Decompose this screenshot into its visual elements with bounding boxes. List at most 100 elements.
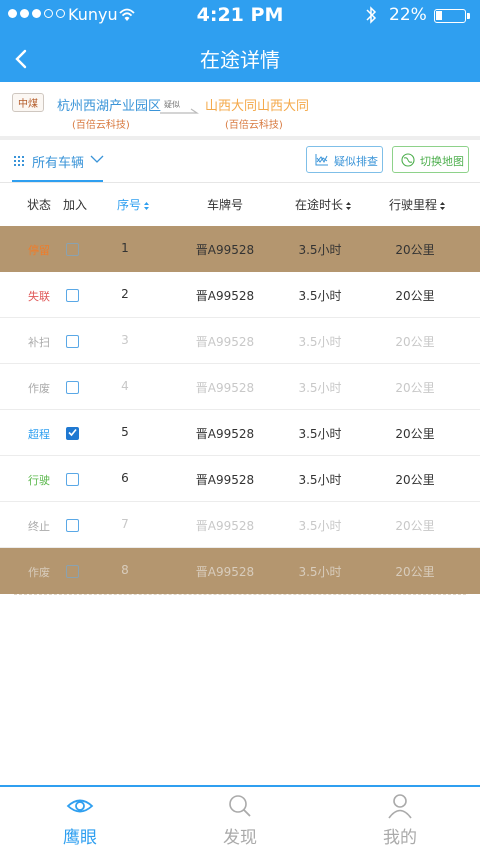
company-tag: 中煤 bbox=[12, 93, 44, 112]
row-duration: 3.5小时 bbox=[298, 289, 342, 303]
row-status: 行驶 bbox=[28, 474, 50, 487]
row-duration: 3.5小时 bbox=[298, 519, 342, 533]
bottom-tab-bar: 鹰眼 发现 我的 bbox=[0, 785, 480, 855]
row-mileage: 20公里 bbox=[395, 473, 435, 487]
row-mileage: 20公里 bbox=[395, 565, 435, 579]
row-duration: 3.5小时 bbox=[298, 473, 342, 487]
vehicle-filter-dropdown[interactable]: 所有车辆 bbox=[12, 140, 104, 182]
route-summary: 中煤 杭州西湖产业园区 (百倍云科技) 疑似 山西大同山西大同 (百倍云科技) bbox=[0, 82, 480, 136]
row-mileage: 20公里 bbox=[395, 243, 435, 257]
table-row[interactable]: 失联 2 晋A99528 3.5小时 20公里 bbox=[0, 272, 480, 318]
row-plate: 晋A99528 bbox=[195, 519, 255, 533]
table-row[interactable]: 超程 5 晋A99528 3.5小时 20公里 bbox=[0, 410, 480, 456]
table-row[interactable]: 停留 1 晋A99528 3.5小时 20公里 bbox=[0, 226, 480, 272]
switch-map-button[interactable]: 切换地图 bbox=[392, 146, 469, 173]
row-mileage: 20公里 bbox=[395, 519, 435, 533]
row-mileage: 20公里 bbox=[395, 381, 435, 395]
row-checkbox[interactable] bbox=[66, 243, 79, 256]
tab-mine[interactable]: 我的 bbox=[320, 787, 480, 855]
bluetooth-icon bbox=[366, 6, 377, 24]
row-plate: 晋A99528 bbox=[195, 289, 255, 303]
row-plate: 晋A99528 bbox=[195, 427, 255, 441]
header-duration-label: 在途时长 bbox=[294, 198, 343, 212]
sort-icon bbox=[440, 201, 445, 210]
suspect-check-label: 疑似排查 bbox=[334, 155, 378, 168]
sort-icon bbox=[144, 201, 149, 210]
table-row[interactable]: 行驶 6 晋A99528 3.5小时 20公里 bbox=[0, 456, 480, 502]
header-mileage[interactable]: 行驶里程 bbox=[382, 196, 452, 213]
row-seq: 3 bbox=[121, 333, 129, 347]
table-row[interactable]: 补扫 3 晋A99528 3.5小时 20公里 bbox=[0, 318, 480, 364]
header-seq-label: 序号 bbox=[116, 198, 141, 212]
row-checkbox[interactable] bbox=[66, 565, 79, 578]
chevron-down-icon bbox=[90, 155, 104, 163]
row-duration: 3.5小时 bbox=[298, 335, 342, 349]
battery-icon bbox=[434, 9, 470, 23]
row-status: 终止 bbox=[28, 520, 50, 533]
row-plate: 晋A99528 bbox=[195, 335, 255, 349]
row-status: 失联 bbox=[28, 290, 50, 303]
eye-icon bbox=[66, 799, 94, 813]
table-row[interactable]: 作废 8 晋A99528 3.5小时 20公里 bbox=[0, 548, 480, 594]
row-plate: 晋A99528 bbox=[195, 565, 255, 579]
check-icon bbox=[68, 428, 77, 437]
tab-discover[interactable]: 发现 bbox=[160, 787, 320, 855]
sort-icon bbox=[346, 201, 351, 210]
row-seq: 4 bbox=[121, 379, 129, 393]
row-checkbox-checked[interactable] bbox=[66, 427, 79, 440]
row-seq: 7 bbox=[121, 517, 129, 531]
row-plate: 晋A99528 bbox=[195, 243, 255, 257]
row-duration: 3.5小时 bbox=[298, 243, 342, 257]
chart-line-icon bbox=[315, 154, 328, 166]
header-join: 加入 bbox=[62, 198, 87, 212]
search-icon bbox=[229, 795, 251, 817]
row-seq: 2 bbox=[121, 287, 129, 301]
table-header: 状态 加入 序号 车牌号 在途时长 行驶里程 bbox=[0, 182, 480, 226]
table-row[interactable]: 终止 7 晋A99528 3.5小时 20公里 bbox=[0, 502, 480, 548]
row-checkbox[interactable] bbox=[66, 381, 79, 394]
user-icon bbox=[388, 794, 412, 819]
filter-label: 所有车辆 bbox=[32, 156, 85, 171]
route-arrow-icon bbox=[160, 108, 199, 114]
status-bar: Kunyu 4:21 PM 22% bbox=[0, 0, 480, 32]
row-seq: 5 bbox=[121, 425, 129, 439]
tab-eagle-eye[interactable]: 鹰眼 bbox=[0, 787, 160, 855]
row-mileage: 20公里 bbox=[395, 427, 435, 441]
list-end-divider bbox=[14, 594, 466, 596]
header-status: 状态 bbox=[26, 198, 51, 212]
row-duration: 3.5小时 bbox=[298, 427, 342, 441]
tab-eagle-eye-label: 鹰眼 bbox=[63, 828, 97, 848]
row-seq: 1 bbox=[121, 241, 129, 255]
route-origin-company: (百倍云科技) bbox=[72, 120, 130, 131]
route-origin: 杭州西湖产业园区 bbox=[57, 99, 162, 114]
row-status: 作废 bbox=[28, 382, 50, 395]
row-status: 停留 bbox=[28, 244, 50, 257]
tab-mine-label: 我的 bbox=[383, 828, 417, 848]
row-duration: 3.5小时 bbox=[298, 381, 342, 395]
row-status: 超程 bbox=[28, 428, 50, 441]
battery-percent: 22% bbox=[389, 5, 427, 25]
switch-map-label: 切换地图 bbox=[420, 155, 464, 168]
row-plate: 晋A99528 bbox=[195, 381, 255, 395]
row-seq: 8 bbox=[121, 563, 129, 577]
header-seq[interactable]: 序号 bbox=[110, 196, 156, 213]
row-checkbox[interactable] bbox=[66, 335, 79, 348]
row-plate: 晋A99528 bbox=[195, 473, 255, 487]
row-duration: 3.5小时 bbox=[298, 565, 342, 579]
grid-icon bbox=[14, 156, 24, 166]
header-mileage-label: 行驶里程 bbox=[388, 198, 437, 212]
route-destination-company: (百倍云科技) bbox=[225, 120, 283, 131]
header-duration[interactable]: 在途时长 bbox=[288, 196, 358, 213]
tab-discover-label: 发现 bbox=[223, 828, 257, 848]
suspect-check-button[interactable]: 疑似排查 bbox=[306, 146, 383, 173]
globe-icon bbox=[401, 153, 415, 167]
row-checkbox[interactable] bbox=[66, 473, 79, 486]
row-mileage: 20公里 bbox=[395, 335, 435, 349]
table-row[interactable]: 作废 4 晋A99528 3.5小时 20公里 bbox=[0, 364, 480, 410]
row-checkbox[interactable] bbox=[66, 519, 79, 532]
row-status: 补扫 bbox=[28, 336, 50, 349]
row-mileage: 20公里 bbox=[395, 289, 435, 303]
page-title: 在途详情 bbox=[200, 48, 280, 72]
row-checkbox[interactable] bbox=[66, 289, 79, 302]
row-status: 作废 bbox=[28, 566, 50, 579]
